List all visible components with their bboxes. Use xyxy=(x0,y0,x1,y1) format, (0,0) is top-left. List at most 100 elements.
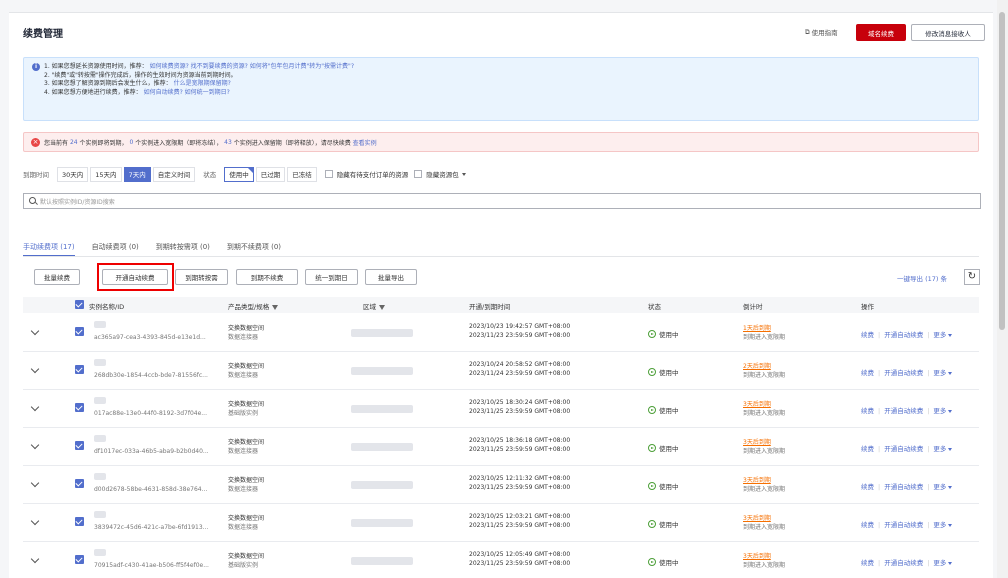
row-checkbox[interactable] xyxy=(75,479,84,488)
scrollbar[interactable] xyxy=(997,0,1008,578)
renew-link[interactable]: 续费 xyxy=(861,521,874,529)
table-row[interactable]: df1017ec-033a-46b5-aba9-b2b0d40... 交换数据空间… xyxy=(23,428,979,466)
usage-guide-link[interactable]: ⧉ 使用指南 xyxy=(805,27,838,38)
search-icon xyxy=(29,197,36,204)
enable-auto-renew-link[interactable]: 开通自动续费 xyxy=(884,331,923,339)
renewal-tabs: 手动续费项 (17) 自动续费项 (0) 到期转按需项 (0) 到期不续费项 (… xyxy=(23,241,298,257)
grace-period-link[interactable]: 什么是宽限期保留期? xyxy=(174,80,231,87)
tab-manual-renewal[interactable]: 手动续费项 (17) xyxy=(23,241,75,257)
highlight-box xyxy=(97,263,174,291)
more-dropdown[interactable]: 更多 xyxy=(933,407,953,415)
more-dropdown[interactable]: 更多 xyxy=(933,483,953,491)
tab-auto-renewal[interactable]: 自动续费项 (0) xyxy=(92,241,139,257)
renew-link[interactable]: 续费 xyxy=(861,369,874,377)
hide-pending-checkbox[interactable] xyxy=(324,170,333,178)
col-product[interactable]: 产品类型/规格 xyxy=(228,301,279,311)
instance-id[interactable]: ac365a97-cea3-4393-845d-e13e1d... xyxy=(94,334,206,341)
hide-package-checkbox[interactable] xyxy=(414,170,423,178)
renew-link[interactable]: 续费 xyxy=(861,445,874,453)
renew-link[interactable]: 续费 xyxy=(861,331,874,339)
table-row[interactable]: ac365a97-cea3-4393-845d-e13e1d... 交换数据空间数… xyxy=(23,314,979,352)
instance-id[interactable]: 268db30e-1854-4ccb-bde7-81556fc... xyxy=(94,372,208,379)
instance-id[interactable]: df1017ec-033a-46b5-aba9-b2b0d40... xyxy=(94,448,209,455)
table-row[interactable]: 3839472c-45d6-421c-a7be-6fd1913... 交换数据空间… xyxy=(23,504,979,542)
auto-renew-link[interactable]: 如何自动续费? xyxy=(144,89,183,96)
expand-chevron-icon[interactable] xyxy=(30,326,40,336)
filter-icon[interactable] xyxy=(379,304,385,310)
row-checkbox[interactable] xyxy=(75,517,84,526)
more-dropdown[interactable]: 更多 xyxy=(933,559,953,567)
more-dropdown[interactable]: 更多 xyxy=(933,521,953,529)
unify-date-button[interactable]: 统一到期日 xyxy=(305,269,358,285)
expand-chevron-icon[interactable] xyxy=(30,516,40,526)
row-checkbox[interactable] xyxy=(75,555,84,564)
expire-time: 2023/11/25 23:59:59 GMT+08:00 xyxy=(469,484,571,491)
filter-status-frozen[interactable]: 已冻结 xyxy=(287,166,317,182)
how-to-renew-link[interactable]: 如何续费资源? xyxy=(150,63,189,70)
more-dropdown[interactable]: 更多 xyxy=(933,369,953,377)
filter-icon[interactable] xyxy=(272,304,279,310)
enable-auto-renew-link[interactable]: 开通自动续费 xyxy=(884,407,923,415)
select-all-checkbox[interactable] xyxy=(75,300,84,309)
cannot-find-resource-link[interactable]: 找不到要续费的资源? xyxy=(191,63,248,70)
expand-chevron-icon[interactable] xyxy=(30,554,40,564)
filter-30-days[interactable]: 30天内 xyxy=(57,166,89,182)
row-checkbox[interactable] xyxy=(75,403,84,412)
instance-id[interactable]: 70915adf-c430-41ae-b506-ff5f4ef0e... xyxy=(94,562,209,569)
table-row[interactable]: 017ac88e-13e0-44f0-8192-3d7f04e... 交换数据空间… xyxy=(23,390,979,428)
row-checkbox[interactable] xyxy=(75,327,84,336)
filter-7-days[interactable]: 7天内 xyxy=(123,166,151,182)
search-input[interactable]: 默认按照实例ID/资源ID搜索 xyxy=(23,193,981,209)
chevron-down-icon xyxy=(948,485,953,489)
scrollbar-thumb[interactable] xyxy=(999,12,1005,330)
more-dropdown[interactable]: 更多 xyxy=(933,445,953,453)
renew-link[interactable]: 续费 xyxy=(861,407,874,415)
tab-to-ondemand[interactable]: 到期转按需项 (0) xyxy=(156,241,210,257)
renew-domain-button[interactable]: 域名续费 xyxy=(856,24,906,41)
product-spec: 数据连接器 xyxy=(228,372,259,379)
filter-status-in-use[interactable]: 使用中 xyxy=(224,166,254,182)
batch-renew-button[interactable]: 批量续费 xyxy=(34,269,80,285)
filter-status-expired[interactable]: 已过期 xyxy=(255,166,286,182)
product-spec: 数据连接器 xyxy=(228,334,259,341)
row-checkbox[interactable] xyxy=(75,365,84,374)
row-checkbox[interactable] xyxy=(75,441,84,450)
expand-chevron-icon[interactable] xyxy=(30,440,40,450)
chevron-down-icon[interactable] xyxy=(461,172,466,176)
table-row[interactable]: 268db30e-1854-4ccb-bde7-81556fc... 交换数据空间… xyxy=(23,352,979,390)
filter-custom-time[interactable]: 自定义时间 xyxy=(152,166,196,182)
hide-package-label: 隐藏资源包 xyxy=(426,171,459,179)
batch-export-button[interactable]: 批量导出 xyxy=(365,269,417,285)
instance-id[interactable]: d00d2678-58be-4631-858d-38e764... xyxy=(94,486,207,493)
expand-chevron-icon[interactable] xyxy=(30,478,40,488)
export-all-link[interactable]: 一键导出 (17) 条 xyxy=(897,273,947,283)
renew-link[interactable]: 续费 xyxy=(861,483,874,491)
page-title: 续费管理 xyxy=(23,29,63,40)
convert-to-ondemand-link[interactable]: 如何将"包年包月计费"转为"按需计费"? xyxy=(250,63,354,70)
col-region[interactable]: 区域 xyxy=(363,301,385,311)
enable-auto-renew-link[interactable]: 开通自动续费 xyxy=(884,369,923,377)
refresh-icon[interactable]: ↻ xyxy=(964,269,980,285)
more-dropdown[interactable]: 更多 xyxy=(933,331,953,339)
no-renew-button[interactable]: 到期不续费 xyxy=(236,269,298,285)
instance-id[interactable]: 017ac88e-13e0-44f0-8192-3d7f04e... xyxy=(94,410,207,417)
modify-receiver-button[interactable]: 修改消息接收人 xyxy=(911,24,985,41)
enable-auto-renew-link[interactable]: 开通自动续费 xyxy=(884,445,923,453)
enable-auto-renew-link[interactable]: 开通自动续费 xyxy=(884,521,923,529)
unify-date-link[interactable]: 如何统一到期日? xyxy=(185,89,230,96)
view-instances-link[interactable]: 查看实例 xyxy=(353,138,377,147)
expand-chevron-icon[interactable] xyxy=(30,364,40,374)
renew-link[interactable]: 续费 xyxy=(861,559,874,567)
table-row[interactable]: d00d2678-58be-4631-858d-38e764... 交换数据空间数… xyxy=(23,466,979,504)
row-operations: 续费 | 开通自动续费 | 更多 xyxy=(861,481,953,491)
redacted-name xyxy=(94,321,106,328)
tab-no-renewal[interactable]: 到期不续费项 (0) xyxy=(227,241,281,257)
expire-time: 2023/11/24 23:59:59 GMT+08:00 xyxy=(469,370,571,377)
filter-15-days[interactable]: 15天内 xyxy=(90,166,122,182)
instance-id[interactable]: 3839472c-45d6-421c-a7be-6fd1913... xyxy=(94,524,208,531)
to-ondemand-button[interactable]: 到期转按需 xyxy=(175,269,228,285)
table-row[interactable]: 70915adf-c430-41ae-b506-ff5f4ef0e... 交换数据… xyxy=(23,542,979,578)
enable-auto-renew-link[interactable]: 开通自动续费 xyxy=(884,483,923,491)
expand-chevron-icon[interactable] xyxy=(30,402,40,412)
enable-auto-renew-link[interactable]: 开通自动续费 xyxy=(884,559,923,567)
